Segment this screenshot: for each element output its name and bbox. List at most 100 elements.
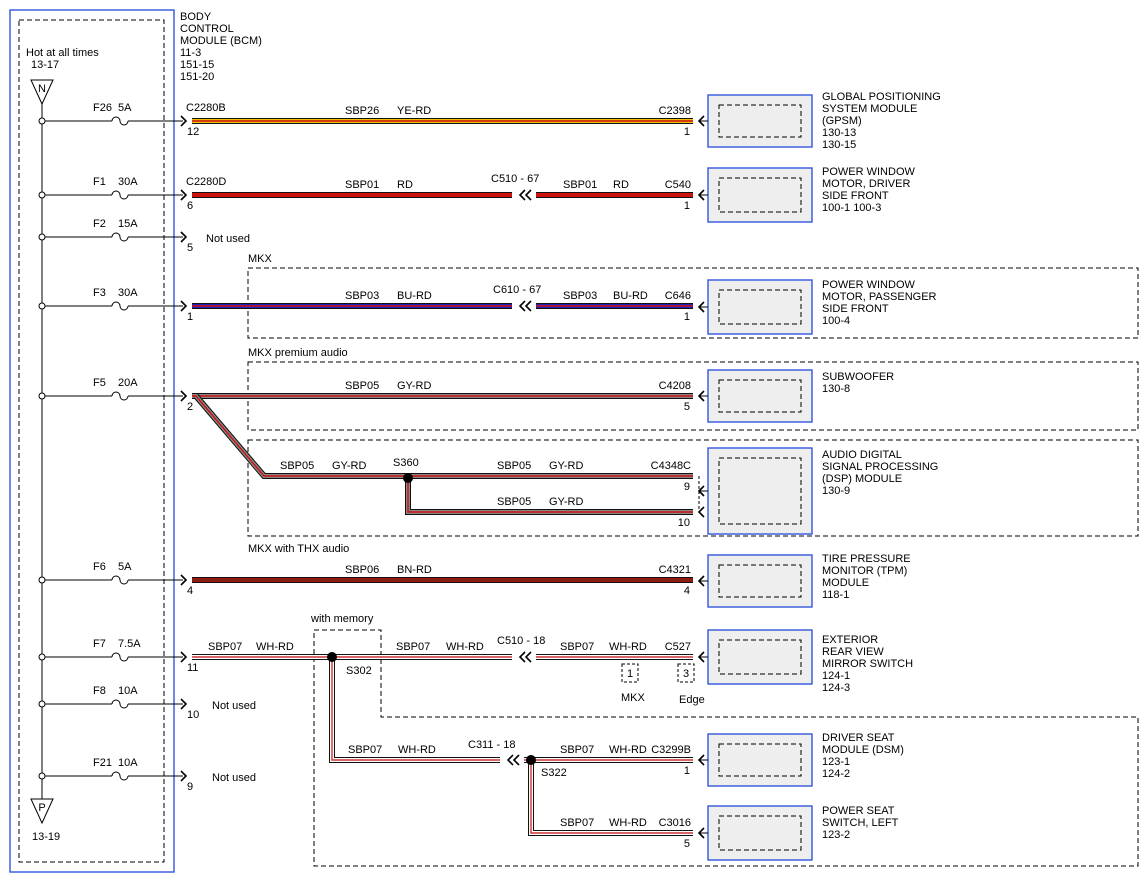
group-mkx-thx [247,439,1139,537]
inline-c510-67-b [524,189,532,201]
bus-junction [38,191,46,199]
splice-s360 [403,473,413,483]
module-label-line: SIDE FRONT [822,303,889,315]
wire-circuit: SBP26 [345,105,379,117]
module-label-line: 130-15 [822,139,856,151]
device-connector-label: C4348C [651,460,691,472]
wire-color: BN-RD [397,564,432,576]
module-dsm-box [707,733,813,787]
bcm-pin-number: 12 [187,126,199,138]
wire-circuit: SBP01 [563,179,597,191]
module-label-line: POWER WINDOW [822,166,915,178]
dsp-pin10-arrow [697,506,705,518]
wire-circuit: SBP05 [497,496,531,508]
connector-n-label: N [38,83,46,95]
device-connector-label: C3016 [659,817,691,829]
splice-s302 [327,652,337,662]
fuse-rating: 5A [118,102,132,114]
fuse-id: F3 [93,287,106,299]
module-tpm-box [707,554,813,608]
module-power-seat-switch-box [707,805,813,861]
module-label-line: (GPSM) [822,115,862,127]
wire-color: BU-RD [613,290,648,302]
fuse-symbol [111,699,129,709]
group-mkx-premium-label: MKX premium audio [248,347,348,359]
module-label-line: 118-1 [822,589,849,601]
group-mkx-thx-label: MKX with THX audio [248,543,349,555]
inline-c610-67-a [518,300,526,312]
device-pin-number: 5 [684,401,690,413]
bcm-pin-number: 4 [187,585,193,597]
not-used-f2: Not used [206,233,250,245]
bcm-title-line: 151-15 [180,59,214,71]
group-mkx-label: MKX [248,253,273,265]
wire-color: BU-RD [397,290,432,302]
fuse-rating: 15A [118,218,138,230]
wire-circuit: SBP05 [497,460,531,472]
connector-p-label: P [38,802,45,814]
wire-color: WH-RD [609,817,647,829]
inline-c510-18-a [518,651,526,663]
module-label-line: SIDE FRONT [822,190,889,202]
device-pin-number: 5 [684,838,690,850]
wire-color: WH-RD [609,744,647,756]
device-pin-number: 1 [684,200,690,212]
fuse-symbol [111,190,129,200]
module-label-line: 124-2 [822,768,850,780]
module-dsp-box [707,447,813,535]
module-label-line: MOTOR, PASSENGER [822,291,937,303]
bcm-pin-number: 9 [187,781,193,793]
module-label-line: 130-13 [822,127,856,139]
device-connector-label: C527 [665,641,691,653]
bus-junction [38,233,46,241]
module-label-line: 100-1 100-3 [822,202,881,214]
module-label-line: (DSP) MODULE [822,473,902,485]
bcm-title-line: BODY [180,11,212,23]
fuse-symbol [111,116,129,126]
fuse-symbol [111,771,129,781]
bus-junction [38,700,46,708]
splice-label: S360 [393,457,419,469]
fuse-rating: 10A [118,757,138,769]
not-used-f21: Not used [212,772,256,784]
wire-color: RD [613,179,629,191]
module-label-line: MIRROR SWITCH [822,658,913,670]
fuse-id: F8 [93,685,106,697]
device-pin-number: 9 [684,481,690,493]
device-connector-label: C646 [665,290,691,302]
bus-junction [38,576,46,584]
wire-circuit: SBP07 [396,641,430,653]
device-connector-label: C4208 [659,380,691,392]
wire-color: WH-RD [609,641,647,653]
module-label-line: EXTERIOR [822,634,878,646]
module-label-line: GLOBAL POSITIONING [822,91,941,103]
bcm-bottom-ref: 13-19 [32,831,60,843]
module-label-line: POWER SEAT [822,805,895,817]
device-pin-number: 1 [684,311,690,323]
inline-c311-18-a [506,754,514,766]
fuse-symbol [111,575,129,585]
bcm-pin-number: 10 [187,709,199,721]
module-label-line: 100-4 [822,315,850,327]
fuse-symbol [111,232,129,242]
device-pin-number: 4 [684,585,690,597]
bcm-inner-frame [18,19,165,863]
wire-circuit: SBP07 [208,641,242,653]
module-label-line: MOTOR, DRIVER [822,178,910,190]
fuse-id: F2 [93,218,106,230]
device-connector-label: C2398 [659,105,691,117]
module-label-line: DRIVER SEAT [822,732,895,744]
wire-circuit: SBP07 [560,817,594,829]
module-label-line: SIGNAL PROCESSING [822,461,938,473]
fuse-rating: 30A [118,176,138,188]
bcm-hot-ref: 13-17 [31,59,59,71]
module-label-line: AUDIO DIGITAL [822,449,902,461]
fuse-symbol [111,301,129,311]
fuse-symbol [111,652,129,662]
module-label-line: REAR VIEW [822,646,884,658]
wire-circuit: SBP05 [280,460,314,472]
wire-circuit: SBP06 [345,564,379,576]
module-label-line: SYSTEM MODULE [822,103,917,115]
bcm-connector-label: C2280D [186,176,226,188]
wire-color: WH-RD [256,641,294,653]
